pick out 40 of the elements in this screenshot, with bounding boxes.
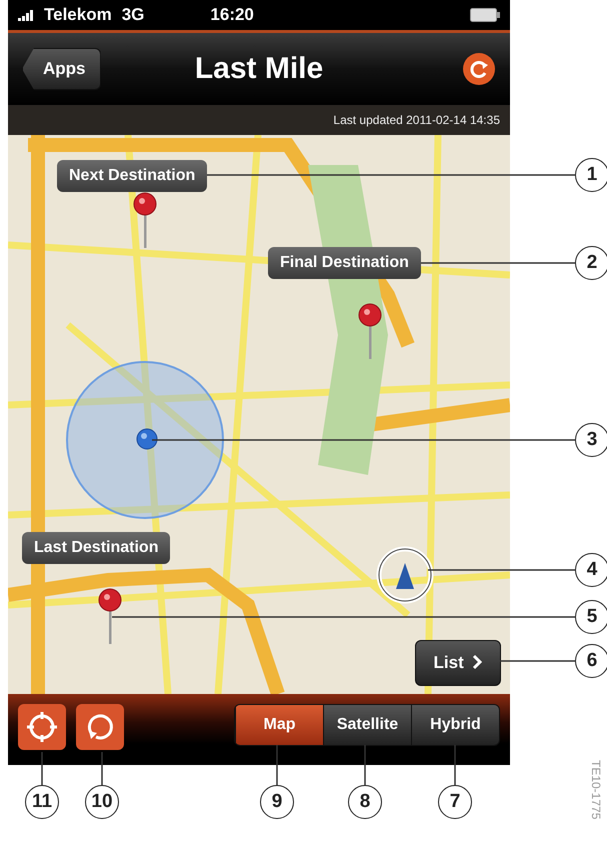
callout-number: 3	[575, 423, 607, 457]
callout-number: 7	[438, 785, 472, 819]
locate-button[interactable]	[18, 704, 66, 750]
leader-line	[454, 745, 456, 785]
refresh-button[interactable]	[462, 52, 496, 86]
battery-icon	[470, 8, 500, 22]
map-pin-icon	[133, 192, 157, 250]
network-type: 3G	[122, 5, 144, 25]
leader-line	[364, 745, 366, 785]
destination-callout[interactable]: Final Destination	[268, 247, 421, 279]
callout-number: 2	[575, 246, 607, 280]
callout-number: 1	[575, 158, 607, 192]
status-time: 16:20	[210, 5, 254, 25]
carrier-name: Telekom	[44, 5, 112, 25]
map-pin-icon	[98, 588, 122, 646]
map-type-tab[interactable]: Satellite	[323, 705, 411, 745]
last-updated-text: Last updated 2011-02-14 14:35	[333, 113, 500, 127]
callout-number: 11	[25, 785, 59, 819]
callout-number: 6	[575, 644, 607, 678]
callout-number: 4	[575, 553, 607, 587]
destination-callout[interactable]: Last Destination	[22, 532, 170, 564]
chevron-icon	[472, 654, 482, 670]
callout-number: 10	[85, 785, 119, 819]
screen-title: Last Mile	[194, 52, 324, 86]
figure-id: TE10-1775	[589, 760, 603, 820]
list-button[interactable]: List	[415, 640, 501, 686]
map-pin-icon	[358, 303, 382, 361]
leader-line	[101, 752, 103, 785]
leader-line	[276, 745, 278, 785]
location-dot-icon	[136, 428, 158, 450]
compass-marker-icon	[375, 545, 435, 605]
leader-line	[41, 752, 43, 785]
callout-number: 8	[348, 785, 382, 819]
destination-callout[interactable]: Next Destination	[57, 160, 208, 192]
callout-number: 9	[260, 785, 294, 819]
reset-button[interactable]	[76, 704, 124, 750]
map-type-tab[interactable]: Hybrid	[411, 705, 499, 745]
map-type-tab[interactable]: Map	[235, 705, 323, 745]
callout-number: 5	[575, 600, 607, 634]
back-button[interactable]: Apps	[22, 48, 100, 90]
